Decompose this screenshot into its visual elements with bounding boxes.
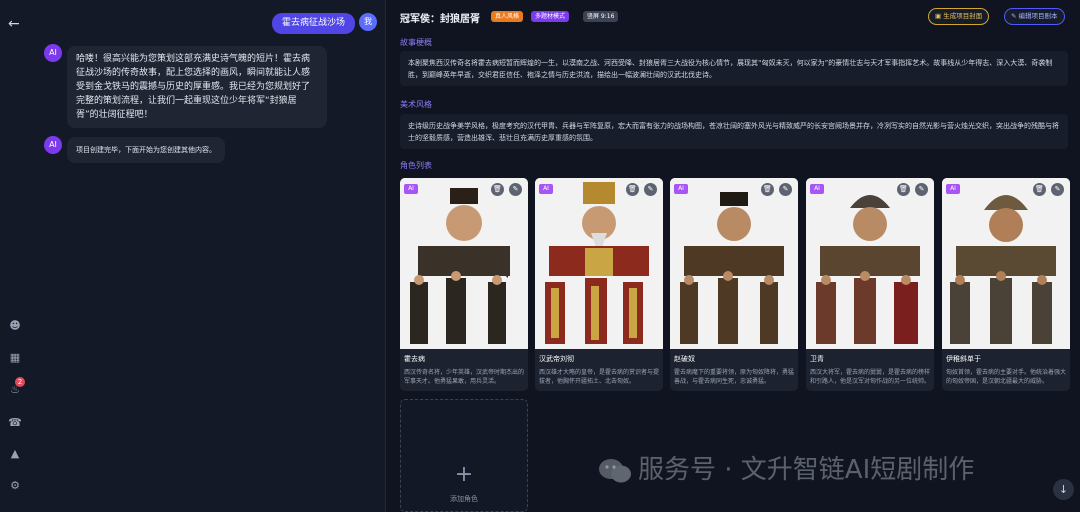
story-text: 本剧聚焦西汉传奇名将霍去病短暂而辉煌的一生，以漠南之战、河西受降、封狼居胥三大战… xyxy=(400,51,1068,86)
delete-icon[interactable]: 🗑 xyxy=(491,183,504,196)
edit-icon[interactable]: ✎ xyxy=(509,183,522,196)
role-desc: 西汉大将军，霍去病的舅舅，是霍去病的榜样和引路人，他是汉军对匈作战的另一位统帅。 xyxy=(810,369,930,385)
edit-icon[interactable]: ✎ xyxy=(779,183,792,196)
role-name: 汉武帝刘彻 xyxy=(539,355,574,363)
delete-icon[interactable]: 🗑 xyxy=(1033,183,1046,196)
role-card[interactable]: AI 🗑 ✎ 卫青 西汉大将军，霍去病的舅舅，是霍去病的榜样和引路人，他是汉军对… xyxy=(806,178,934,391)
edit-icon[interactable]: ✎ xyxy=(1051,183,1064,196)
ai-badge: AI xyxy=(810,184,824,194)
app-window: ← ☻ ▦ ♨ 2 ☎ ▲ ⚙ 霍去病征战沙场 我 AI 哈喽！很高兴能为您策划… xyxy=(0,0,1080,512)
graduation-cap-icon[interactable]: ▲ xyxy=(8,447,22,461)
user-message: 霍去病征战沙场 xyxy=(271,13,355,34)
role-desc: 霍去病麾下的重要将领，原为匈奴降将，勇猛善战，与霍去病同生死，忠诚勇猛。 xyxy=(674,369,794,385)
arrow-down-icon: ↓ xyxy=(1058,483,1069,496)
watermark: 服务号 · 文升智链AI短剧制作 xyxy=(598,449,974,486)
roles-heading: 角色列表 xyxy=(400,161,432,170)
ai-badge: AI xyxy=(404,184,418,194)
role-desc: 西汉传奇名将，少年英雄，汉武帝时期杰出的军事天才。他勇猛果敢，用兵灵活。 xyxy=(404,369,524,385)
tag-style: 真人风格 xyxy=(491,11,524,22)
back-arrow-icon[interactable]: ← xyxy=(8,16,20,32)
character-image xyxy=(670,178,798,349)
edit-icon[interactable]: ✎ xyxy=(915,183,928,196)
tag-mode: 多题材模式 xyxy=(531,11,570,22)
story-heading: 故事梗概 xyxy=(400,38,432,47)
delete-icon[interactable]: 🗑 xyxy=(761,183,774,196)
project-panel: 冠军侯：封狼居胥 真人风格 多题材模式 竖屏 9:16 ▣ 生成项目封面 ✎ 编… xyxy=(387,0,1080,512)
role-desc: 匈奴首领，霍去病的主要对手。他统治着强大的匈奴帝国，是汉朝北疆最大的威胁。 xyxy=(946,369,1066,385)
role-desc: 西汉雄才大略的皇帝，是霍去病的赏识者与提拔者，他胸怀开疆拓土、北击匈奴。 xyxy=(539,369,659,385)
character-image xyxy=(535,178,663,349)
ai-message: 项目创建完毕，下面开始为您创建其他内容。 xyxy=(67,137,225,163)
layers-icon[interactable]: ▦ xyxy=(8,351,22,365)
plus-icon: + xyxy=(454,462,474,487)
chat-panel: ← ☻ ▦ ♨ 2 ☎ ▲ ⚙ 霍去病征战沙场 我 AI 哈喽！很高兴能为您策划… xyxy=(0,0,386,512)
character-image xyxy=(942,178,1070,349)
gear-icon[interactable]: ⚙ xyxy=(8,479,22,493)
role-name: 卫青 xyxy=(810,355,824,363)
ai-avatar: AI xyxy=(44,136,62,154)
ai-avatar: AI xyxy=(44,44,62,62)
ai-message: 哈喽！很高兴能为您策划这部充满史诗气魄的短片！霍去病征战沙场的传奇故事，配上您选… xyxy=(67,46,327,128)
project-title: 冠军侯：封狼居胥 xyxy=(400,14,480,25)
role-name: 赵破奴 xyxy=(674,355,695,363)
notification-badge: 2 xyxy=(15,377,25,387)
role-card[interactable]: AI 🗑 ✎ 伊稚斜单于 匈奴首领，霍去病的主要对手。他统治着强大的匈奴帝国，是… xyxy=(942,178,1070,391)
edit-icon: ✎ xyxy=(1011,12,1017,20)
style-text: 史诗级历史战争美学风格，极度考究的汉代甲胄、兵器与军阵复原，宏大而富有张力的战场… xyxy=(400,114,1068,149)
edit-icon[interactable]: ✎ xyxy=(644,183,657,196)
character-image xyxy=(400,178,528,349)
user-avatar: 我 xyxy=(359,13,377,31)
add-role-card[interactable]: + 添加角色 xyxy=(400,399,528,512)
style-heading: 美术风格 xyxy=(400,100,432,109)
role-card[interactable]: AI 🗑 ✎ 霍去病 西汉传奇名将，少年英雄，汉武帝时期杰出的军事天才。他勇猛果… xyxy=(400,178,528,391)
character-image xyxy=(806,178,934,349)
edit-script-button[interactable]: ✎ 编辑项目剧本 xyxy=(1004,8,1065,25)
role-card[interactable]: AI 🗑 ✎ 汉武帝刘彻 西汉雄才大略的皇帝，是霍去病的赏识者与提拔者，他胸怀开… xyxy=(535,178,663,391)
role-card[interactable]: AI 🗑 ✎ 赵破奴 霍去病麾下的重要将领，原为匈奴降将，勇猛善战，与霍去病同生… xyxy=(670,178,798,391)
image-icon: ▣ xyxy=(935,12,942,20)
add-role-label: 添加角色 xyxy=(450,495,478,503)
wechat-icon xyxy=(598,457,632,485)
ai-badge: AI xyxy=(946,184,960,194)
user-icon[interactable]: ☻ xyxy=(8,319,22,333)
role-name: 伊稚斜单于 xyxy=(946,355,981,363)
generate-cover-button[interactable]: ▣ 生成项目封面 xyxy=(928,8,990,25)
scroll-down-button[interactable]: ↓ xyxy=(1053,479,1074,500)
left-rail: ← ☻ ▦ ♨ 2 ☎ ▲ ⚙ xyxy=(0,0,30,512)
headset-icon[interactable]: ☎ xyxy=(8,416,22,430)
role-name: 霍去病 xyxy=(404,355,425,363)
delete-icon[interactable]: 🗑 xyxy=(897,183,910,196)
delete-icon[interactable]: 🗑 xyxy=(626,183,639,196)
tag-ratio: 竖屏 9:16 xyxy=(583,11,619,22)
ai-badge: AI xyxy=(539,184,553,194)
ai-badge: AI xyxy=(674,184,688,194)
